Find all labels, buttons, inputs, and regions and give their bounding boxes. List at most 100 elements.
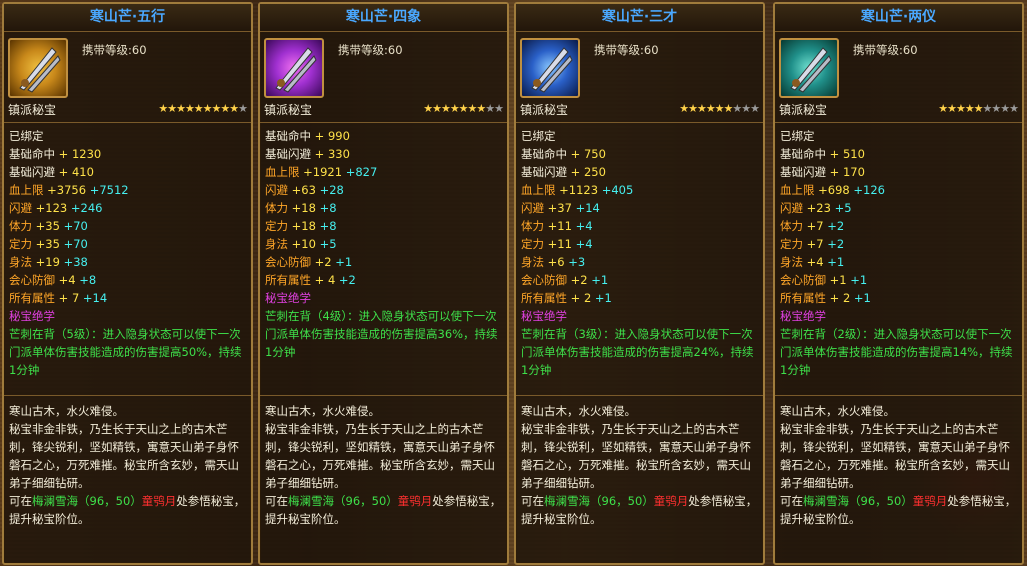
item-header: 携带等级:60 镇派秘宝 ★★★★★★★★★ (260, 32, 507, 123)
stat-agi: 身法 +10 +5 (265, 235, 502, 253)
stat-hp: 血上限 +698 +126 (780, 181, 1017, 199)
stat-label: 基础闪避 (521, 165, 567, 179)
stat-evade: 闪避 +123 +246 (9, 199, 246, 217)
desc-line: 秘宝非金非铁，乃生长于天山之上的古木芒刺，锋尖锐利，坚如精铁，寓意天山弟子身怀磐… (521, 422, 751, 490)
stat-bonus: +8 (319, 219, 337, 233)
stat-value: + 7 (58, 291, 80, 305)
location-link: 梅澜雪海（96，50） (288, 494, 398, 508)
stat-label: 闪避 (521, 201, 544, 215)
stat-wis: 定力 +7 +2 (780, 235, 1017, 253)
desc-line: 秘宝非金非铁，乃生长于天山之上的古木芒刺，锋尖锐利，坚如精铁，寓意天山弟子身怀磐… (265, 422, 495, 490)
item-category: 镇派秘宝 (520, 103, 569, 117)
stat-value: +11 (547, 237, 572, 251)
stat-label: 血上限 (521, 183, 556, 197)
stat-critdef: 会心防御 +2 +1 (521, 271, 758, 289)
stat-bonus: +246 (70, 201, 103, 215)
skill-description: 芒刺在背（3级）：进入隐身状态可以使下一次门派单体伤害技能造成的伤害提高24%，… (521, 327, 754, 377)
stat-bonus: +70 (63, 237, 88, 251)
stat-bonus: +8 (319, 201, 337, 215)
stat-hit: 基础命中 + 1230 (9, 145, 246, 163)
item-tooltip-sancai: 寒山芒·三才 携带等级:60 镇派秘宝 ★★★★★★★★★ 已绑定 基础命中 +… (514, 2, 765, 565)
stat-bonus: +126 (853, 183, 885, 197)
stat-hp: 血上限 +3756 +7512 (9, 181, 246, 199)
stat-allattr: 所有属性 + 7 +14 (9, 289, 246, 307)
stars-empty: ★ (238, 102, 248, 115)
desc-line: 秘宝非金非铁，乃生长于天山之上的古木芒刺，锋尖锐利，坚如精铁，寓意天山弟子身怀磐… (9, 422, 239, 490)
stat-value: +4 (806, 255, 824, 269)
stat-critdef: 会心防御 +4 +8 (9, 271, 246, 289)
stat-bonus: +1 (850, 273, 868, 287)
stat-value: +3756 (47, 183, 87, 197)
carry-level: 携带等级:60 (338, 43, 403, 57)
stars-filled: ★★★★★★★ (423, 102, 486, 115)
skill-description: 芒刺在背（5级）：进入隐身状态可以使下一次门派单体伤害技能造成的伤害提高50%，… (9, 327, 242, 377)
stat-label: 所有属性 (521, 291, 567, 305)
stat-agi: 身法 +19 +38 (9, 253, 246, 271)
item-category: 镇派秘宝 (779, 103, 828, 117)
stat-con: 体力 +18 +8 (265, 199, 502, 217)
stat-value: +37 (547, 201, 572, 215)
npc-name: 童鸮月 (397, 494, 433, 508)
stat-value: +10 (291, 237, 316, 251)
stat-bonus: +1 (335, 255, 353, 269)
stat-label: 身法 (521, 255, 544, 269)
stat-bonus: +4 (575, 237, 593, 251)
stat-value: +18 (291, 201, 316, 215)
item-title: 寒山芒·五行 (4, 4, 251, 32)
stat-label: 所有属性 (265, 273, 311, 287)
stat-allattr: 所有属性 + 4 +2 (265, 271, 502, 289)
stat-hit: 基础命中 + 990 (265, 127, 502, 145)
stat-label: 基础命中 (780, 147, 826, 161)
twin-blade-icon (779, 38, 839, 98)
item-category: 镇派秘宝 (264, 103, 313, 117)
item-title: 寒山芒·四象 (260, 4, 507, 32)
stat-dodge: 基础闪避 + 250 (521, 163, 758, 181)
desc-line: 寒山古木，水火难侵。 (9, 404, 124, 418)
stat-label: 会心防御 (780, 273, 826, 287)
stat-wis: 定力 +11 +4 (521, 235, 758, 253)
stat-hp: 血上限 +1921 +827 (265, 163, 502, 181)
stat-con: 体力 +35 +70 (9, 217, 246, 235)
stat-value: +35 (35, 237, 60, 251)
twin-blade-icon (8, 38, 68, 98)
stat-critdef: 会心防御 +2 +1 (265, 253, 502, 271)
star-rating: ★★★★★★★★★ (423, 102, 504, 115)
stat-hit: 基础命中 + 750 (521, 145, 758, 163)
star-rating: ★★★★★★★★★ (938, 102, 1019, 115)
stat-label: 基础命中 (521, 147, 567, 161)
stat-value: + 510 (829, 147, 865, 161)
stat-bonus: +8 (79, 273, 97, 287)
npc-name: 童鸮月 (653, 494, 689, 508)
stat-label: 闪避 (265, 183, 288, 197)
stat-label: 会心防御 (265, 255, 311, 269)
bound-status: 已绑定 (521, 129, 556, 143)
stat-label: 身法 (780, 255, 803, 269)
npc-name: 童鸮月 (141, 494, 177, 508)
stars-filled: ★★★★★★★★★ (158, 102, 239, 115)
stat-agi: 身法 +6 +3 (521, 253, 758, 271)
stat-label: 体力 (521, 219, 544, 233)
stars-filled: ★★★★★★ (679, 102, 733, 115)
stat-value: +2 (570, 273, 588, 287)
stat-allattr: 所有属性 + 2 +1 (780, 289, 1017, 307)
stat-bonus: +14 (575, 201, 600, 215)
stat-evade: 闪避 +23 +5 (780, 199, 1017, 217)
stat-value: + 330 (314, 147, 350, 161)
stat-value: +7 (806, 237, 824, 251)
stat-label: 基础闪避 (9, 165, 55, 179)
bound-status: 已绑定 (9, 129, 44, 143)
stats-panel: 已绑定 基础命中 + 750 基础闪避 + 250 血上限 +1123 +405… (516, 123, 763, 396)
stat-label: 血上限 (9, 183, 44, 197)
stat-wis: 定力 +35 +70 (9, 235, 246, 253)
stat-label: 闪避 (780, 201, 803, 215)
star-rating: ★★★★★★★★★★ (158, 102, 248, 115)
stat-label: 所有属性 (9, 291, 55, 305)
stat-value: + 1230 (58, 147, 102, 161)
stat-bonus: +1 (591, 273, 609, 287)
carry-level: 携带等级:60 (594, 43, 659, 57)
stat-label: 身法 (9, 255, 32, 269)
stat-bonus: +70 (63, 219, 88, 233)
stats-panel: 已绑定 基础命中 + 1230 基础闪避 + 410 血上限 +3756 +75… (4, 123, 251, 396)
stat-allattr: 所有属性 + 2 +1 (521, 289, 758, 307)
desc-line: 寒山古木，水火难侵。 (780, 404, 895, 418)
